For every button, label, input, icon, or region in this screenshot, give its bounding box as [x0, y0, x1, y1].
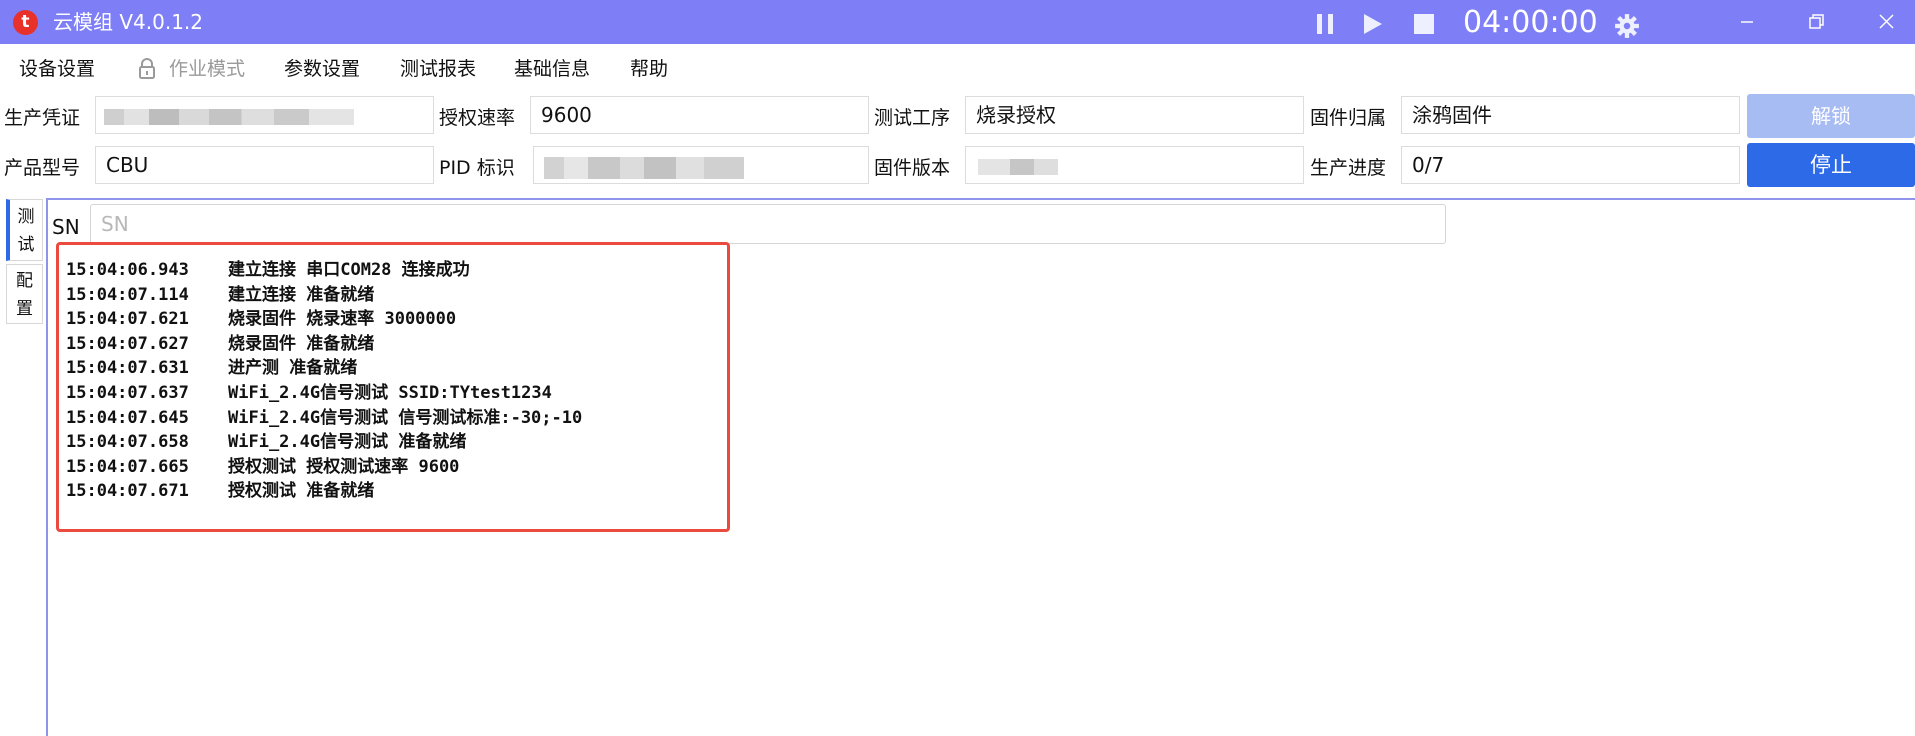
- log-text: 授权测试 授权测试速率 9600: [228, 456, 460, 477]
- log-time: 15:04:07.631: [66, 358, 189, 379]
- sn-label: SN: [52, 215, 80, 239]
- log-text: 建立连接 准备就绪: [228, 284, 375, 305]
- log-time: 15:04:07.637: [66, 382, 189, 403]
- menu-device-settings[interactable]: 设备设置: [19, 56, 95, 82]
- menu-param-settings[interactable]: 参数设置: [284, 56, 360, 82]
- credential-label: 生产凭证: [4, 107, 81, 129]
- log-time: 15:04:07.645: [66, 407, 189, 428]
- pid-label: PID 标识: [439, 157, 515, 179]
- log-entry: 15:04:07.621 烧录固件 烧录速率 3000000: [66, 307, 582, 332]
- log-entry: 15:04:06.943 建立连接 串口COM28 连接成功: [66, 258, 582, 283]
- restore-icon[interactable]: [1796, 8, 1836, 36]
- redacted-block: [544, 157, 744, 179]
- progress-field: 0/7: [1401, 146, 1740, 184]
- log-entry: 15:04:07.665 授权测试 授权测试速率 9600: [66, 455, 582, 480]
- tab-test-label: 测试: [17, 207, 35, 255]
- log-text: 进产测 准备就绪: [228, 358, 358, 379]
- firmware-owner-field[interactable]: 涂鸦固件: [1401, 96, 1740, 134]
- log-entry: 15:04:07.645 WiFi_2.4G信号测试 信号测试标准:-30;-10: [66, 406, 582, 431]
- model-label: 产品型号: [4, 157, 81, 179]
- log-time: 15:04:07.665: [66, 456, 189, 477]
- log-entry: 15:04:07.658 WiFi_2.4G信号测试 准备就绪: [66, 430, 582, 455]
- log-entry: 15:04:07.114 建立连接 准备就绪: [66, 283, 582, 308]
- sn-input[interactable]: [90, 204, 1446, 244]
- title-bar: t 云模组 V4.0.1.2 04:00:00: [0, 0, 1915, 44]
- log-list: 15:04:06.943 建立连接 串口COM28 连接成功 15:04:07.1…: [66, 258, 582, 504]
- tab-config-label: 配置: [16, 271, 33, 319]
- lock-icon: [139, 58, 155, 79]
- minimize-icon[interactable]: [1727, 8, 1767, 36]
- redacted-block: [978, 159, 1058, 175]
- firmware-version-label: 固件版本: [874, 157, 951, 179]
- tab-test[interactable]: 测试: [6, 199, 43, 261]
- timer-display: 04:00:00: [1463, 5, 1598, 40]
- log-panel: 15:04:06.943 建立连接 串口COM28 连接成功 15:04:07.1…: [56, 242, 730, 532]
- process-field[interactable]: 烧录授权: [965, 96, 1304, 134]
- firmware-owner-label: 固件归属: [1310, 107, 1387, 129]
- log-entry: 15:04:07.637 WiFi_2.4G信号测试 SSID:TYtest123…: [66, 381, 582, 406]
- menu-help[interactable]: 帮助: [630, 56, 668, 82]
- log-time: 15:04:07.658: [66, 432, 189, 453]
- log-text: WiFi_2.4G信号测试 SSID:TYtest1234: [228, 382, 552, 403]
- auth-rate-label: 授权速率: [439, 107, 516, 129]
- close-icon[interactable]: [1866, 8, 1906, 36]
- log-text: 烧录固件 准备就绪: [228, 333, 375, 354]
- log-time: 15:04:06.943: [66, 260, 189, 280]
- log-time: 15:04:07.671: [66, 481, 189, 502]
- log-entry: 15:04:07.627 烧录固件 准备就绪: [66, 332, 582, 357]
- log-time: 15:04:07.114: [66, 284, 189, 305]
- gear-icon[interactable]: [1614, 13, 1640, 39]
- pid-field[interactable]: [533, 146, 869, 184]
- credential-field[interactable]: [95, 96, 434, 134]
- log-text: WiFi_2.4G信号测试 信号测试标准:-30;-10: [228, 407, 583, 428]
- stop-icon[interactable]: [1412, 12, 1436, 36]
- log-entry: 15:04:07.631 进产测 准备就绪: [66, 356, 582, 381]
- menu-test-report[interactable]: 测试报表: [400, 56, 476, 82]
- log-text: WiFi_2.4G信号测试 准备就绪: [228, 432, 467, 453]
- unlock-button[interactable]: 解锁: [1747, 94, 1915, 138]
- pause-icon[interactable]: [1313, 12, 1337, 36]
- log-entry: 15:04:07.671 授权测试 准备就绪: [66, 479, 582, 504]
- log-text: 建立连接 串口COM28 连接成功: [228, 260, 470, 280]
- firmware-version-field[interactable]: [965, 146, 1304, 184]
- log-time: 15:04:07.621: [66, 309, 189, 330]
- auth-rate-field[interactable]: 9600: [530, 96, 869, 134]
- progress-label: 生产进度: [1310, 157, 1387, 179]
- redacted-block: [104, 109, 354, 125]
- process-label: 测试工序: [874, 107, 951, 129]
- menu-basic-info[interactable]: 基础信息: [514, 56, 590, 82]
- stop-button[interactable]: 停止: [1747, 143, 1915, 187]
- log-text: 烧录固件 烧录速率 3000000: [228, 309, 457, 330]
- log-text: 授权测试 准备就绪: [228, 481, 375, 502]
- tab-config[interactable]: 配置: [6, 264, 43, 324]
- model-field[interactable]: CBU: [95, 146, 434, 184]
- menu-bar: 设备设置 作业模式 参数设置 测试报表 基础信息 帮助: [0, 44, 1915, 92]
- play-icon[interactable]: [1360, 12, 1384, 36]
- app-logo-icon: t: [13, 10, 38, 35]
- app-title: 云模组 V4.0.1.2: [53, 10, 204, 34]
- log-time: 15:04:07.627: [66, 333, 189, 354]
- menu-work-mode[interactable]: 作业模式: [169, 56, 245, 82]
